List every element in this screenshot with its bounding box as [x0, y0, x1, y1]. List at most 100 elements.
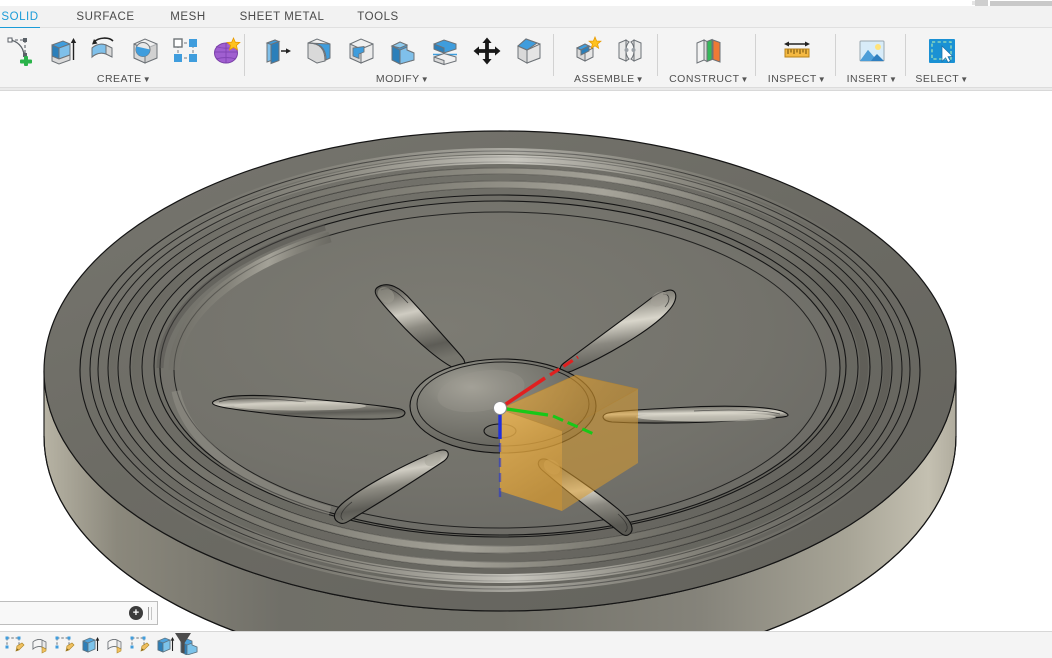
timeline-bar: [0, 631, 1052, 658]
timeline-add-button[interactable]: +: [129, 606, 143, 620]
pattern-icon: [171, 36, 201, 66]
tab-label: SOLID: [1, 11, 38, 23]
joint-button[interactable]: [609, 30, 651, 72]
tab-tools[interactable]: TOOLS: [350, 6, 406, 28]
fillet-button[interactable]: [298, 30, 340, 72]
ribbon-group-icons: [0, 30, 248, 72]
offset-plane-button[interactable]: [688, 30, 730, 72]
combine-icon: [388, 36, 418, 66]
tab-solid[interactable]: SOLID: [0, 6, 40, 28]
hole-icon: [130, 36, 160, 66]
hole-button[interactable]: [124, 30, 165, 72]
fillet-icon: [304, 36, 334, 66]
timeline-grip-handle[interactable]: [148, 607, 149, 620]
extrude-icon: [47, 36, 77, 66]
ribbon-separator-4: [835, 34, 836, 76]
offset-plane-icon: [694, 36, 724, 66]
move-copy-button[interactable]: [466, 30, 508, 72]
extrude-button[interactable]: [41, 30, 82, 72]
timeline-feature-f6[interactable]: [127, 634, 152, 656]
chevron-down-icon: ▼: [421, 75, 429, 84]
ribbon-separator-5: [905, 34, 906, 76]
timeline-feature-f1[interactable]: [2, 634, 27, 656]
sketch-icon: [129, 635, 151, 655]
ribbon-group-label-insert[interactable]: INSERT▼: [841, 73, 903, 85]
ribbon-group-label-text: SELECT: [915, 73, 959, 85]
ribbon-group-label-text: CONSTRUCT: [669, 73, 739, 85]
measure-button[interactable]: [776, 30, 818, 72]
revolve-icon: [29, 635, 51, 655]
shell-icon: [346, 36, 376, 66]
image-icon: [857, 36, 887, 66]
ribbon-group-insert: INSERT▼: [841, 28, 903, 88]
ribbon-toolbar: CREATE▼: [0, 28, 1052, 88]
split-face-button[interactable]: [424, 30, 466, 72]
tab-label: MESH: [170, 11, 205, 23]
split-face-icon: [430, 36, 460, 66]
sketch-icon: [4, 635, 26, 655]
sketch-icon: [54, 635, 76, 655]
timeline-feature-f4[interactable]: [77, 634, 102, 656]
insert-image-button[interactable]: [851, 30, 893, 72]
ribbon-group-label-text: ASSEMBLE: [574, 73, 635, 85]
ribbon-group-label-assemble[interactable]: ASSEMBLE▼: [563, 73, 655, 85]
timeline-add-panel[interactable]: +: [0, 601, 158, 625]
ribbon-group-label-select[interactable]: SELECT▼: [911, 73, 973, 85]
move-arrows-icon: [472, 36, 502, 66]
ribbon-group-icons: [841, 30, 903, 72]
ribbon-group-label-text: CREATE: [97, 73, 142, 85]
ribbon-group-construct: CONSTRUCT▼: [663, 28, 755, 88]
ribbon-group-icons: [911, 30, 973, 72]
ribbon-separator-3: [755, 34, 756, 76]
timeline-marker[interactable]: [172, 632, 194, 656]
press-pull-button[interactable]: [256, 30, 298, 72]
tab-label: SHEET METAL: [240, 11, 325, 23]
timeline-feature-f3[interactable]: [52, 634, 77, 656]
ribbon-group-icons: [761, 30, 833, 72]
ribbon-group-inspect: INSPECT▼: [761, 28, 833, 88]
ribbon-group-label-inspect[interactable]: INSPECT▼: [761, 73, 833, 85]
select-tool-button[interactable]: [921, 30, 963, 72]
ruler-icon: [782, 36, 812, 66]
chevron-down-icon: ▼: [741, 75, 749, 84]
timeline-feature-f5[interactable]: [102, 634, 127, 656]
ribbon-group-select: SELECT▼: [911, 28, 973, 88]
fusion360-window: SOLID SURFACE MESH SHEET METAL TOOLS: [0, 0, 1052, 658]
chamfer-button[interactable]: [508, 30, 550, 72]
extrude-icon: [79, 635, 101, 655]
ribbon-group-label-text: MODIFY: [376, 73, 420, 85]
sketch-icon: [6, 36, 36, 66]
chevron-down-icon: ▼: [636, 75, 644, 84]
timeline-grip-handle-secondary[interactable]: [151, 607, 152, 620]
tab-label: TOOLS: [357, 11, 399, 23]
ribbon-group-modify: MODIFY▼: [250, 28, 555, 88]
ribbon-group-create: CREATE▼: [0, 28, 248, 88]
new-sketch-button[interactable]: [0, 30, 41, 72]
form-icon: [212, 36, 242, 66]
new-component-button[interactable]: [567, 30, 609, 72]
combine-button[interactable]: [382, 30, 424, 72]
timeline-feature-f2[interactable]: [27, 634, 52, 656]
tab-label: SURFACE: [76, 11, 134, 23]
ribbon-group-label-create[interactable]: CREATE▼: [0, 73, 248, 85]
pattern-button[interactable]: [165, 30, 206, 72]
origin-point[interactable]: [494, 402, 507, 415]
chevron-down-icon: ▼: [143, 75, 151, 84]
tab-sheetmetal[interactable]: SHEET METAL: [232, 6, 332, 28]
select-cursor-icon: [927, 36, 957, 66]
shell-button[interactable]: [340, 30, 382, 72]
ribbon-group-label-construct[interactable]: CONSTRUCT▼: [663, 73, 755, 85]
tab-mesh[interactable]: MESH: [160, 6, 216, 28]
tab-surface[interactable]: SURFACE: [68, 6, 143, 28]
press-pull-icon: [262, 36, 292, 66]
ribbon-group-icons: [250, 30, 555, 72]
ribbon-separator-2: [657, 34, 658, 76]
revolve-button[interactable]: [83, 30, 124, 72]
ribbon-group-label-modify[interactable]: MODIFY▼: [250, 73, 555, 85]
3d-viewport[interactable]: [0, 91, 1052, 631]
ribbon-group-label-text: INSPECT: [768, 73, 817, 85]
create-form-button[interactable]: [207, 30, 248, 72]
revolve-icon: [104, 635, 126, 655]
ribbon-group-assemble: ASSEMBLE▼: [563, 28, 655, 88]
chevron-down-icon: ▼: [889, 75, 897, 84]
